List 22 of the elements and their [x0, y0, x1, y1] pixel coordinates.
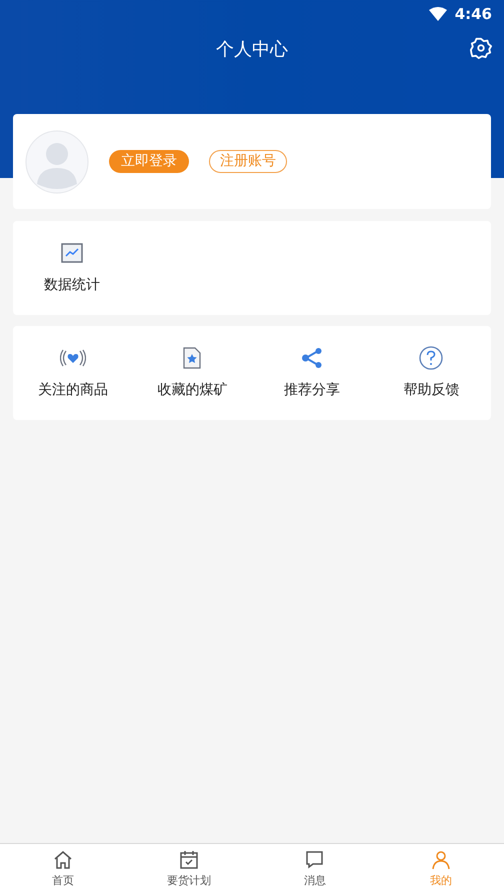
wifi-icon: [428, 7, 447, 21]
page-title: 个人中心: [216, 38, 288, 62]
tab[interactable]: 要货计划: [126, 844, 252, 896]
help-icon: [419, 346, 444, 370]
avatar-icon: [25, 130, 89, 194]
chart-icon: [61, 242, 83, 262]
calendar-icon: [179, 850, 199, 870]
tab[interactable]: 首页: [0, 844, 126, 896]
message-icon: [305, 850, 325, 870]
menu-item[interactable]: 推荐分享: [284, 380, 340, 400]
share-icon: [300, 346, 323, 368]
home-icon: [53, 850, 73, 870]
menu-item[interactable]: 收藏的煤矿: [157, 380, 228, 400]
person-icon: [431, 850, 451, 870]
heart-signal-icon: [60, 348, 86, 366]
menu-item[interactable]: 帮助反馈: [403, 380, 460, 400]
tab[interactable]: 消息: [252, 844, 378, 896]
menu-item[interactable]: 数据统计: [44, 274, 100, 296]
settings-icon[interactable]: [470, 36, 492, 60]
status-time: 4:46: [454, 4, 492, 25]
menu-item[interactable]: 关注的商品: [38, 380, 108, 400]
star-document-icon: [183, 346, 202, 368]
